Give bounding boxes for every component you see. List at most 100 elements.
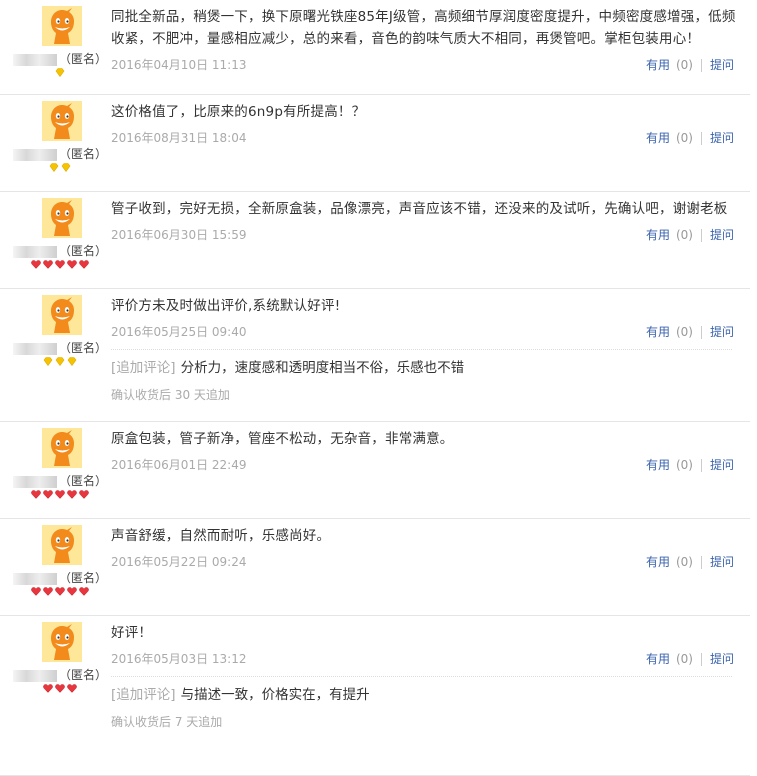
review-item: （匿名） 评价方未及时做出评价,系统默认好评! 2016年05月25日 09:4… bbox=[0, 289, 750, 422]
avatar[interactable] bbox=[42, 295, 82, 335]
review-text: 管子收到，完好无损，全新原盒装，品像漂亮，声音应该不错，还没来的及试听，先确认吧… bbox=[111, 201, 728, 217]
useful-count: (0) bbox=[675, 228, 693, 242]
mascot-avatar-icon bbox=[42, 295, 82, 335]
anonymous-label: （匿名） bbox=[58, 571, 107, 585]
useful-button[interactable]: 有用 bbox=[646, 458, 670, 472]
buyer-level-badge[interactable] bbox=[12, 163, 108, 172]
review-text: 声音舒缓，自然而耐听，乐感尚好。 bbox=[111, 528, 331, 544]
ask-button[interactable]: 提问 bbox=[710, 228, 734, 242]
ask-button[interactable]: 提问 bbox=[710, 555, 734, 569]
useful-count: (0) bbox=[675, 325, 693, 339]
avatar[interactable] bbox=[42, 428, 82, 468]
review-text: 这价格值了，比原来的6n9p有所提高！？ bbox=[111, 104, 366, 120]
review-date: 2016年05月25日 09:40 bbox=[111, 325, 247, 339]
reviewer-name: （匿名） bbox=[12, 339, 108, 356]
anonymous-label: （匿名） bbox=[58, 341, 107, 355]
reviewer-info: （匿名） bbox=[12, 525, 108, 615]
review-actions: 有用 (0) 提问 bbox=[646, 553, 734, 570]
buyer-level-badge[interactable] bbox=[12, 68, 108, 77]
masked-username bbox=[12, 148, 57, 161]
action-divider bbox=[700, 132, 702, 145]
append-review-text: 分析力，速度感和透明度相当不俗，乐感也不错 bbox=[180, 360, 465, 376]
reviewer-info: （匿名） bbox=[12, 622, 108, 712]
buyer-level-badge[interactable] bbox=[12, 684, 108, 693]
review-content: 同批全新品，稍煲一下，换下原曙光铁座85年J级管，高频细节厚润度密度提升，中频密… bbox=[111, 6, 742, 76]
heart-icon bbox=[79, 260, 89, 269]
reviewer-name: （匿名） bbox=[12, 242, 108, 259]
review-item: （匿名） 同批全新品，稍煲一下，换下原曙光铁座85年J级管，高频细节厚润度密度提… bbox=[0, 0, 750, 95]
diamond-icon bbox=[49, 163, 59, 172]
buyer-level-badge[interactable] bbox=[12, 357, 108, 366]
buyer-level-badge[interactable] bbox=[12, 587, 108, 596]
ask-button[interactable]: 提问 bbox=[710, 58, 734, 72]
review-text: 好评！ bbox=[111, 625, 153, 641]
review-content: 声音舒缓，自然而耐听，乐感尚好。 2016年05月22日 09:24 有用 (0)… bbox=[111, 525, 742, 573]
review-item: （匿名） 这价格值了，比原来的6n9p有所提高！？ 2016年08月31日 18… bbox=[0, 95, 750, 192]
review-item: （匿名） 管子收到，完好无损，全新原盒装，品像漂亮，声音应该不错，还没来的及试听… bbox=[0, 192, 750, 289]
review-date: 2016年05月22日 09:24 bbox=[111, 555, 247, 569]
reviewer-info: （匿名） bbox=[12, 428, 108, 518]
review-actions: 有用 (0) 提问 bbox=[646, 226, 734, 243]
anonymous-label: （匿名） bbox=[58, 474, 107, 488]
review-content: 原盒包装，管子新净，管座不松动，无杂音，非常满意。 2016年06月01日 22… bbox=[111, 428, 742, 476]
avatar[interactable] bbox=[42, 622, 82, 662]
useful-button[interactable]: 有用 bbox=[646, 131, 670, 145]
masked-username bbox=[12, 475, 57, 488]
reviewer-info: （匿名） bbox=[12, 198, 108, 288]
useful-count: (0) bbox=[675, 652, 693, 666]
review-meta: 2016年05月25日 09:40 有用 (0) 提问 bbox=[111, 321, 742, 343]
reviewer-name: （匿名） bbox=[12, 569, 108, 586]
review-actions: 有用 (0) 提问 bbox=[646, 56, 734, 73]
avatar[interactable] bbox=[42, 525, 82, 565]
review-date: 2016年06月30日 15:59 bbox=[111, 228, 247, 242]
heart-icon bbox=[55, 587, 65, 596]
useful-button[interactable]: 有用 bbox=[646, 555, 670, 569]
diamond-icon bbox=[43, 357, 53, 366]
buyer-level-badge[interactable] bbox=[12, 260, 108, 269]
useful-button[interactable]: 有用 bbox=[646, 58, 670, 72]
masked-username bbox=[12, 53, 57, 66]
masked-username bbox=[12, 572, 57, 585]
review-item: （匿名） 声音舒缓，自然而耐听，乐感尚好。 2016年05月22日 09:24 … bbox=[0, 519, 750, 616]
reviewer-name: （匿名） bbox=[12, 145, 108, 162]
avatar[interactable] bbox=[42, 6, 82, 46]
avatar[interactable] bbox=[42, 101, 82, 141]
diamond-icon bbox=[55, 357, 65, 366]
heart-icon bbox=[67, 490, 77, 499]
review-date: 2016年05月03日 13:12 bbox=[111, 652, 247, 666]
buyer-level-badge[interactable] bbox=[12, 490, 108, 499]
review-content: 这价格值了，比原来的6n9p有所提高！？ 2016年08月31日 18:04 有… bbox=[111, 101, 742, 149]
diamond-icon bbox=[67, 357, 77, 366]
heart-icon bbox=[43, 490, 53, 499]
ask-button[interactable]: 提问 bbox=[710, 652, 734, 666]
action-divider bbox=[700, 229, 702, 242]
avatar[interactable] bbox=[42, 198, 82, 238]
anonymous-label: （匿名） bbox=[58, 52, 107, 66]
action-divider bbox=[700, 556, 702, 569]
review-meta: 2016年06月30日 15:59 有用 (0) 提问 bbox=[111, 224, 742, 246]
useful-count: (0) bbox=[675, 458, 693, 472]
review-text: 原盒包装，管子新净，管座不松动，无杂音，非常满意。 bbox=[111, 431, 454, 447]
masked-username bbox=[12, 245, 57, 258]
useful-button[interactable]: 有用 bbox=[646, 652, 670, 666]
ask-button[interactable]: 提问 bbox=[710, 458, 734, 472]
review-text: 同批全新品，稍煲一下，换下原曙光铁座85年J级管，高频细节厚润度密度提升，中频密… bbox=[111, 9, 736, 47]
anonymous-label: （匿名） bbox=[58, 147, 107, 161]
review-meta: 2016年08月31日 18:04 有用 (0) 提问 bbox=[111, 127, 742, 149]
heart-icon bbox=[55, 684, 65, 693]
ask-button[interactable]: 提问 bbox=[710, 131, 734, 145]
useful-button[interactable]: 有用 bbox=[646, 228, 670, 242]
append-time-note: 确认收货后 30 天追加 bbox=[111, 388, 230, 402]
heart-icon bbox=[43, 587, 53, 596]
heart-icon bbox=[31, 490, 41, 499]
append-tag: [追加评论] bbox=[111, 687, 176, 703]
mascot-avatar-icon bbox=[42, 622, 82, 662]
useful-count: (0) bbox=[675, 58, 693, 72]
review-item: （匿名） 原盒包装，管子新净，管座不松动，无杂音，非常满意。 2016年06月0… bbox=[0, 422, 750, 519]
review-meta: 2016年05月22日 09:24 有用 (0) 提问 bbox=[111, 551, 742, 573]
heart-icon bbox=[43, 684, 53, 693]
review-meta: 2016年04月10日 11:13 有用 (0) 提问 bbox=[111, 54, 742, 76]
ask-button[interactable]: 提问 bbox=[710, 325, 734, 339]
append-review-text: 与描述一致，价格实在，有提升 bbox=[180, 687, 370, 703]
useful-button[interactable]: 有用 bbox=[646, 325, 670, 339]
